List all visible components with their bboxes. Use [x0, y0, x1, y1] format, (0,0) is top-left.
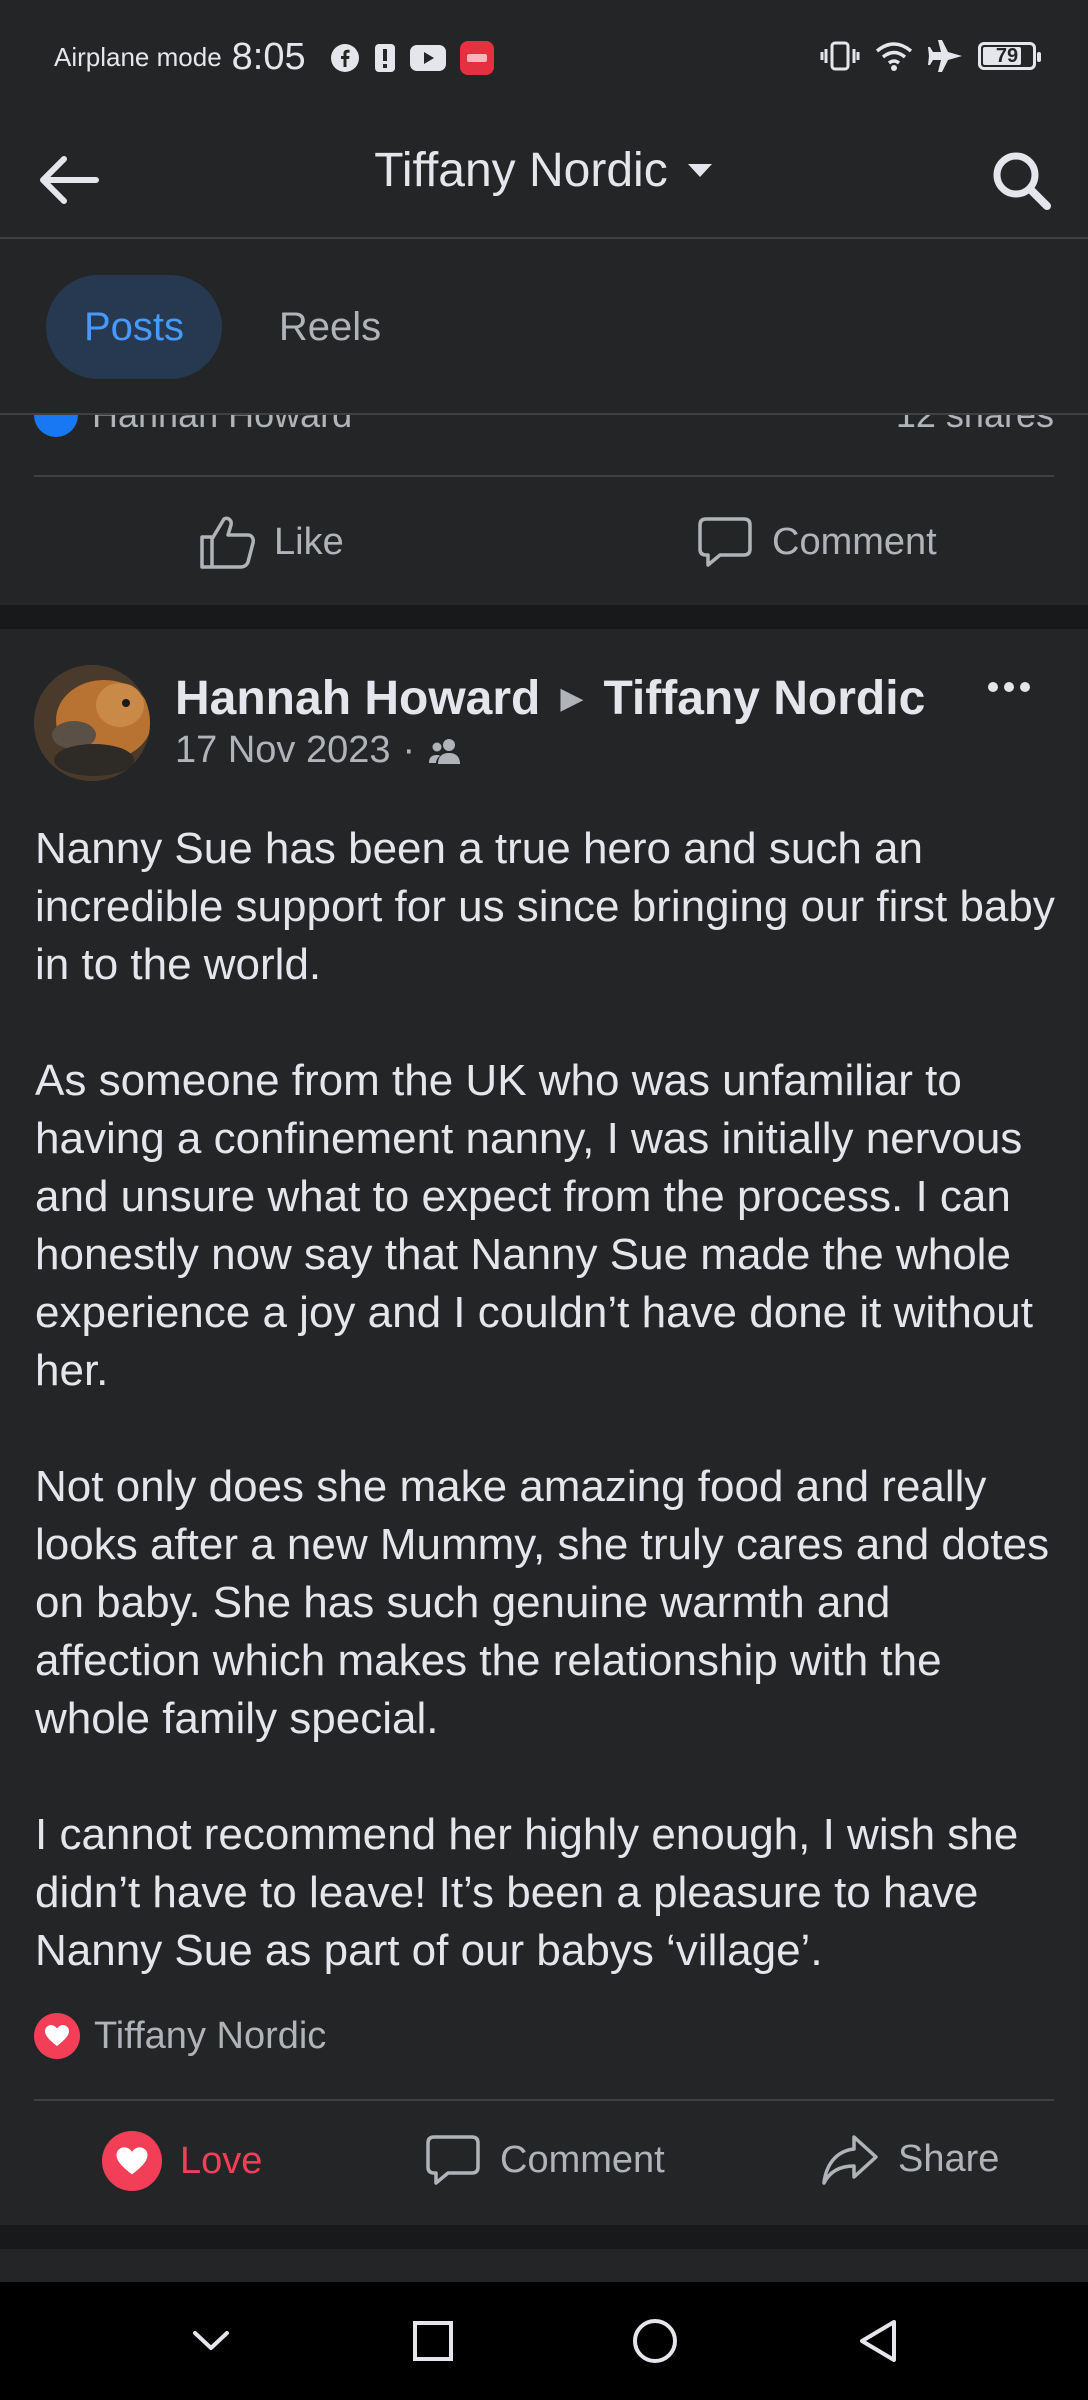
post-author-line: Hannah Howard ▶ Tiffany Nordic: [175, 671, 925, 726]
comment-icon: [426, 2135, 480, 2185]
airplane-mode-label: Airplane mode: [54, 42, 222, 72]
tab-reels[interactable]: Reels: [250, 275, 410, 379]
thumbs-up-icon: [200, 516, 255, 569]
triangle-back-icon: [860, 2320, 896, 2362]
facebook-icon: [330, 43, 359, 72]
page-title: Tiffany Nordic: [374, 144, 668, 197]
comment-label: Comment: [500, 2138, 665, 2181]
comment-button[interactable]: Comment: [424, 2131, 665, 2189]
post-paragraph: As someone from the UK who was unfamilia…: [35, 1056, 1033, 1395]
comment-button[interactable]: Comment: [696, 513, 937, 571]
love-label: Love: [180, 2139, 263, 2182]
arrow-right-icon: ▶: [560, 682, 584, 715]
top-header: Tiffany Nordic: [0, 115, 1088, 239]
nav-recents-button[interactable]: [393, 2301, 473, 2381]
status-bar: Airplane mode 8:05 79: [0, 0, 1088, 115]
wifi-icon: [875, 42, 913, 71]
search-button[interactable]: [984, 143, 1058, 217]
like-button[interactable]: Like: [198, 513, 344, 571]
vibrate-icon: [820, 41, 860, 71]
target-page-name[interactable]: Tiffany Nordic: [603, 671, 925, 726]
shares-count[interactable]: 12 shares: [896, 415, 1054, 436]
nav-home-button[interactable]: [615, 2301, 695, 2381]
post-date[interactable]: 17 Nov 2023: [175, 729, 391, 772]
system-nav-bar: [0, 2282, 1088, 2400]
comment-label: Comment: [772, 520, 937, 563]
reaction-name: Tiffany Nordic: [94, 2014, 327, 2057]
share-label: Share: [898, 2137, 1000, 2180]
love-button[interactable]: Love: [102, 2131, 262, 2191]
post-reactions[interactable]: Tiffany Nordic: [34, 2013, 326, 2059]
page-title-dropdown[interactable]: Tiffany Nordic: [0, 143, 1088, 198]
like-reaction-icon: [34, 415, 78, 437]
post-paragraph: Nanny Sue has been a true hero and such …: [35, 824, 1055, 989]
post-paragraph: I cannot recommend her highly enough, I …: [35, 1810, 1019, 1975]
previous-post: Hannah Howard 12 shares Like Comment: [0, 415, 1088, 605]
comment-icon: [698, 517, 752, 567]
alert-icon: [374, 43, 395, 72]
divider: [34, 2099, 1054, 2101]
app-notification-icon: [459, 40, 494, 75]
friends-privacy-icon: [429, 738, 461, 764]
post-meta: 17 Nov 2023 ·: [175, 729, 463, 772]
meta-separator: ·: [402, 729, 416, 771]
more-options-button[interactable]: [974, 667, 1044, 707]
square-icon: [413, 2321, 453, 2361]
share-arrow-icon: [822, 2135, 878, 2185]
post-body: Nanny Sue has been a true hero and such …: [35, 820, 1065, 1980]
clock: 8:05: [231, 36, 306, 78]
youtube-icon: [409, 44, 446, 71]
chevron-down-icon: [193, 2331, 229, 2350]
heart-icon: [102, 2131, 162, 2191]
nav-collapse-button[interactable]: [171, 2301, 251, 2381]
share-button[interactable]: Share: [820, 2131, 999, 2187]
battery-percent: 79: [995, 44, 1019, 67]
chevron-down-icon: [687, 163, 712, 177]
post-separator: [0, 2225, 1088, 2249]
post-separator: [0, 605, 1088, 629]
battery-icon: 79: [978, 42, 1041, 70]
circle-icon: [633, 2319, 677, 2363]
profile-tabs: Posts Reels: [0, 239, 1088, 415]
more-dot: [1004, 682, 1014, 692]
tab-posts[interactable]: Posts: [46, 275, 222, 379]
prev-post-reactions: Hannah Howard 12 shares: [34, 415, 1054, 437]
prev-reaction-name[interactable]: Hannah Howard: [92, 415, 352, 436]
more-dot: [988, 682, 998, 692]
more-dot: [1020, 682, 1030, 692]
like-label: Like: [274, 520, 344, 563]
post-paragraph: Not only does she make amazing food and …: [35, 1462, 1050, 1743]
love-reaction-icon: [34, 2013, 80, 2059]
avatar[interactable]: [34, 665, 150, 781]
airplane-icon: [928, 40, 962, 72]
author-name[interactable]: Hannah Howard: [175, 671, 540, 726]
search-icon: [993, 152, 1051, 210]
nav-back-button[interactable]: [837, 2301, 917, 2381]
divider: [34, 475, 1054, 477]
avatar-dog-image: [34, 665, 150, 781]
post-card: Hannah Howard ▶ Tiffany Nordic 17 Nov 20…: [0, 629, 1088, 2225]
